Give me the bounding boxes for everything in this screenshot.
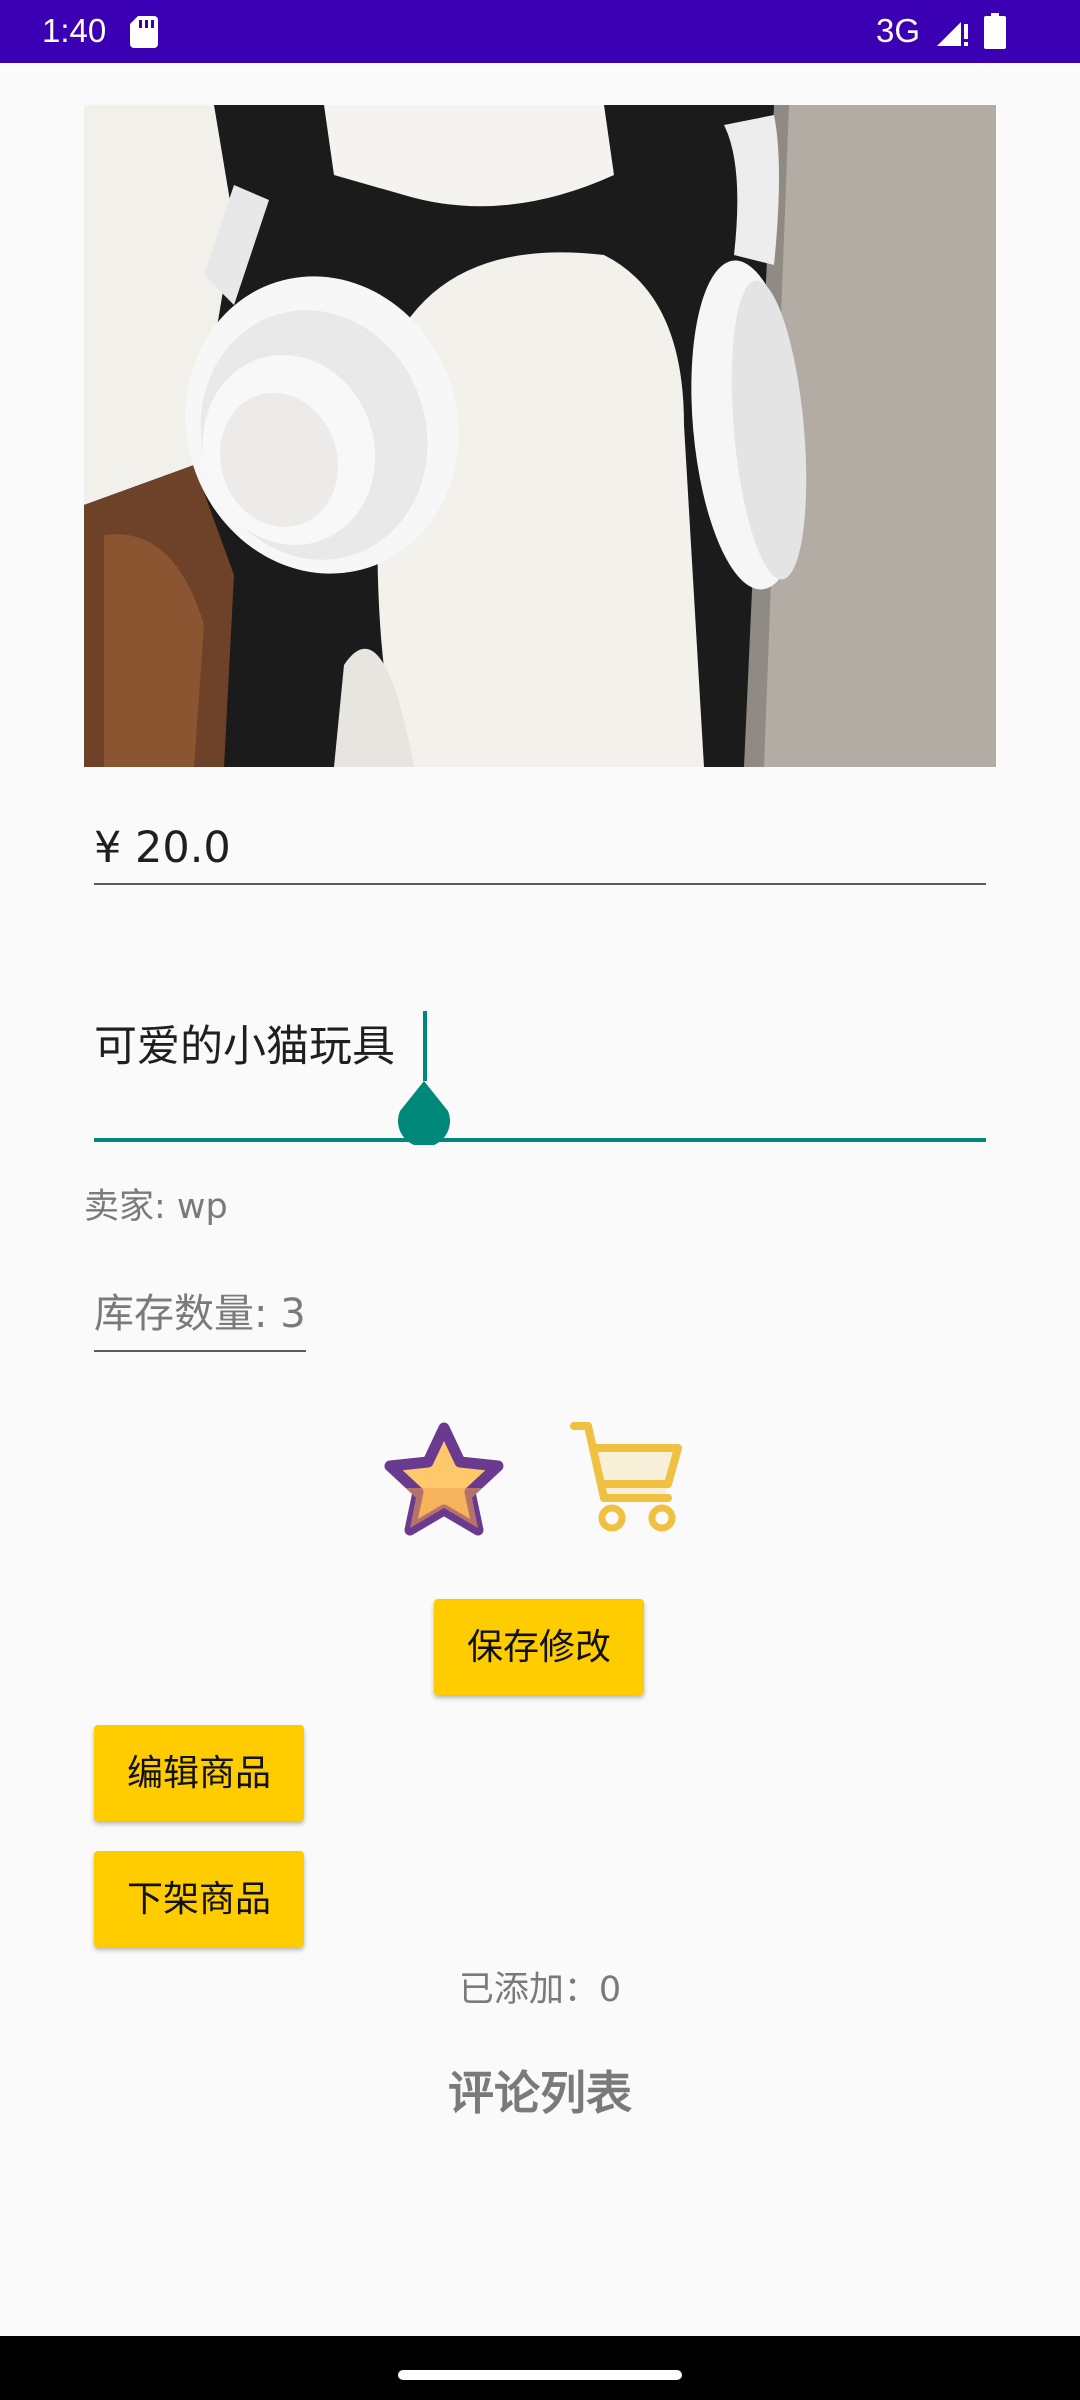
text-cursor bbox=[423, 1011, 427, 1081]
sd-card-icon bbox=[130, 16, 158, 48]
status-bar: 1:40 3G bbox=[0, 0, 1080, 63]
network-type: 3G bbox=[876, 12, 921, 49]
added-count-label: 已添加：0 bbox=[458, 1970, 622, 2010]
home-handle[interactable] bbox=[398, 2370, 682, 2380]
star-icon[interactable] bbox=[378, 1418, 510, 1546]
product-name-field[interactable]: 可爱的小猫玩具 bbox=[94, 1005, 986, 1145]
product-image[interactable] bbox=[84, 105, 996, 767]
stock-underline bbox=[94, 1350, 306, 1352]
cursor-handle-icon[interactable] bbox=[394, 1079, 454, 1145]
price-value[interactable]: ¥ 20.0 bbox=[94, 820, 231, 876]
price-underline bbox=[94, 883, 986, 885]
signal-icon bbox=[937, 22, 968, 46]
status-time: 1:40 bbox=[42, 12, 107, 49]
product-name-value[interactable]: 可爱的小猫玩具 bbox=[94, 1017, 395, 1077]
shopping-cart-icon[interactable] bbox=[570, 1418, 684, 1534]
product-name-underline bbox=[94, 1138, 986, 1142]
navigation-bar bbox=[0, 2336, 1080, 2400]
edit-product-button[interactable]: 编辑商品 bbox=[94, 1725, 304, 1821]
price-field[interactable]: ¥ 20.0 bbox=[94, 812, 986, 887]
comments-title: 评论列表 bbox=[448, 2066, 632, 2120]
save-changes-button[interactable]: 保存修改 bbox=[434, 1599, 644, 1695]
battery-icon bbox=[984, 13, 1006, 49]
seller-label: 卖家: wp bbox=[84, 1187, 228, 1227]
stock-field[interactable]: 库存数量: 3 bbox=[94, 1288, 306, 1353]
stock-value[interactable]: 库存数量: 3 bbox=[94, 1288, 306, 1340]
delist-product-button[interactable]: 下架商品 bbox=[94, 1851, 304, 1947]
